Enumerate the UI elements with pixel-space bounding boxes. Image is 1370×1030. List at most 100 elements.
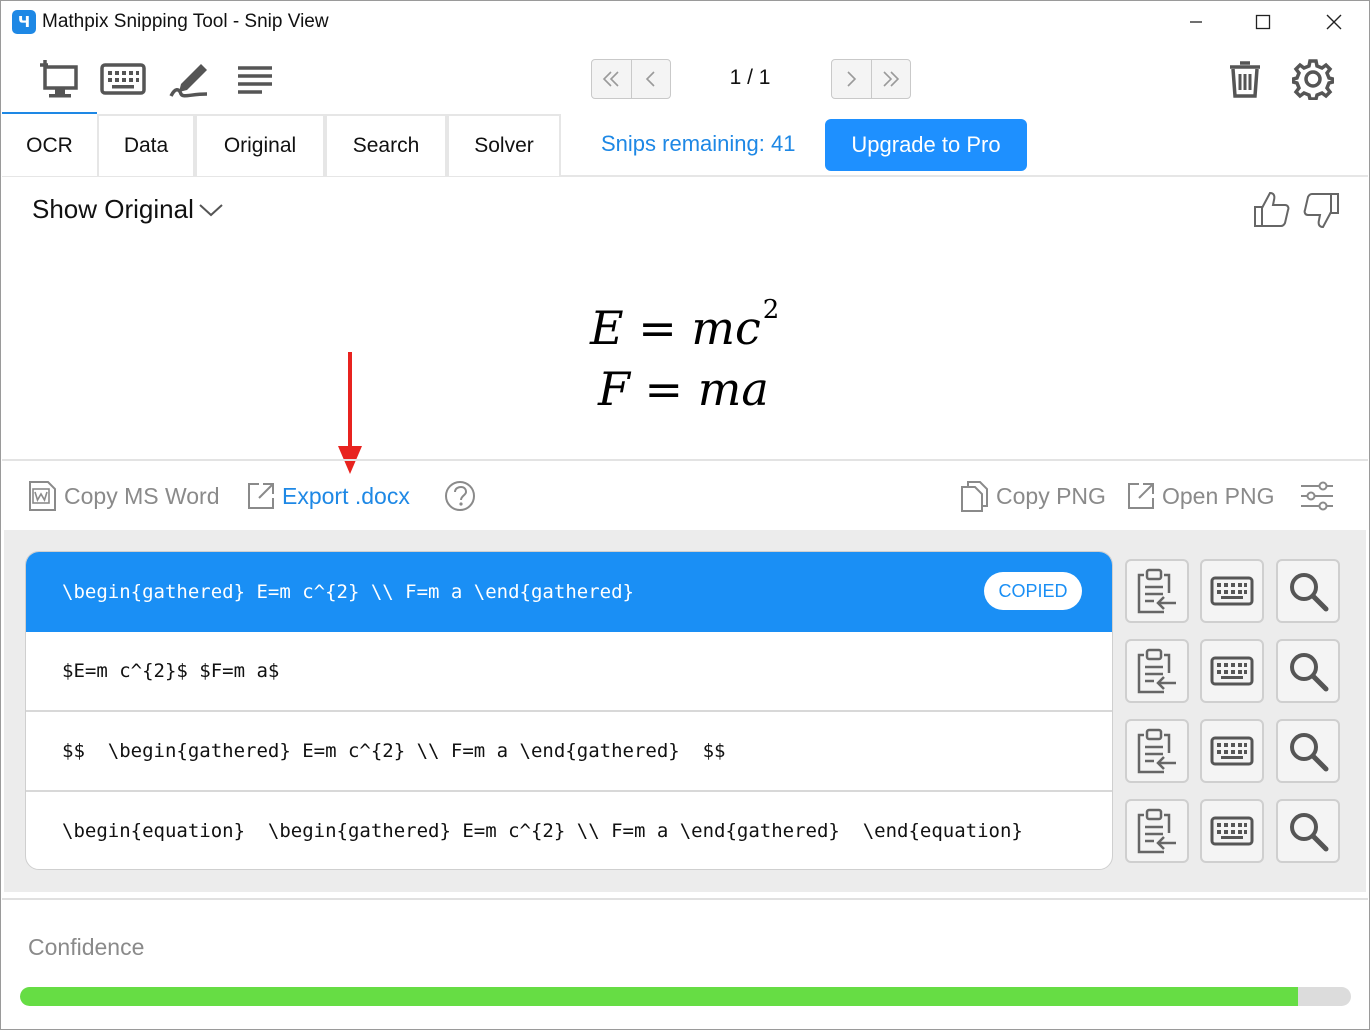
- next-nav-group: [831, 59, 911, 99]
- preview-separator: [2, 459, 1368, 461]
- paste-icon: [1137, 568, 1176, 614]
- screen-snip-icon: [40, 60, 78, 98]
- confidence-separator: [2, 898, 1368, 900]
- app-icon: Ч: [12, 10, 36, 34]
- chevron-right-icon: [847, 71, 857, 87]
- thumbs-down-button[interactable]: [1300, 188, 1344, 232]
- rendered-formula-line-1: E = mc2: [590, 295, 780, 355]
- copy-ms-word-button[interactable]: Copy MS Word: [28, 478, 220, 514]
- keyboard-icon: [1210, 736, 1254, 766]
- keyboard-icon: [1210, 816, 1254, 846]
- search-icon: [1290, 733, 1329, 772]
- paste-icon: [1137, 728, 1176, 774]
- result-row[interactable]: $E=m c^{2}$ $F=m a$: [26, 632, 1112, 712]
- edit-in-keyboard-button[interactable]: [1200, 719, 1264, 783]
- tab-search[interactable]: Search: [325, 114, 447, 176]
- formula-exponent: 2: [762, 295, 780, 325]
- search-icon: [1290, 813, 1329, 852]
- keyboard-icon: [1210, 576, 1254, 606]
- first-page-button[interactable]: [592, 60, 631, 98]
- external-link-icon: [1128, 483, 1154, 509]
- screen-snip-button[interactable]: [33, 56, 83, 102]
- delete-button[interactable]: [1220, 56, 1270, 102]
- settings-button[interactable]: [1288, 56, 1338, 102]
- results-list: \begin{gathered} E=m c^{2} \\ F=m a \end…: [25, 551, 1113, 870]
- paste-icon: [1137, 648, 1176, 694]
- search-result-button[interactable]: [1276, 719, 1340, 783]
- thumbs-down-icon: [1303, 193, 1339, 229]
- sliders-icon: [1301, 481, 1333, 511]
- prev-nav-group: [591, 59, 671, 99]
- upgrade-button[interactable]: Upgrade to Pro: [825, 119, 1027, 171]
- confidence-bar: [20, 987, 1351, 1006]
- close-button[interactable]: [1311, 4, 1357, 40]
- handwriting-button[interactable]: [164, 56, 214, 102]
- copy-ms-word-label: Copy MS Word: [64, 482, 220, 509]
- copy-icon: [961, 481, 988, 512]
- maximize-button[interactable]: [1240, 4, 1286, 40]
- last-page-button[interactable]: [870, 60, 911, 98]
- edit-in-keyboard-button[interactable]: [1200, 639, 1264, 703]
- paste-to-editor-button[interactable]: [1125, 559, 1189, 623]
- minimize-button[interactable]: [1173, 4, 1219, 40]
- tab-solver[interactable]: Solver: [447, 114, 561, 176]
- search-result-button[interactable]: [1276, 639, 1340, 703]
- edit-in-keyboard-button[interactable]: [1200, 559, 1264, 623]
- format-settings-button[interactable]: [1299, 478, 1335, 514]
- next-page-button[interactable]: [832, 60, 871, 98]
- show-original-toggle[interactable]: Show Original: [32, 194, 224, 225]
- prev-page-button[interactable]: [630, 60, 671, 98]
- paste-to-editor-button[interactable]: [1125, 639, 1189, 703]
- search-icon: [1290, 653, 1329, 692]
- open-png-label: Open PNG: [1162, 482, 1275, 509]
- double-chevron-left-icon: [603, 71, 619, 87]
- export-docx-button[interactable]: Export .docx: [246, 478, 410, 514]
- keyboard-icon: [1210, 656, 1254, 686]
- close-icon: [1326, 14, 1342, 30]
- paste-to-editor-button[interactable]: [1125, 799, 1189, 863]
- thumbs-up-icon: [1254, 191, 1290, 227]
- gear-icon: [1292, 59, 1334, 100]
- list-icon: [238, 66, 272, 94]
- annotation-arrow-shaft: [348, 352, 352, 450]
- result-row-selected[interactable]: \begin{gathered} E=m c^{2} \\ F=m a \end…: [26, 552, 1112, 632]
- keyboard-icon: [100, 63, 146, 95]
- snips-remaining: Snips remaining: 41: [601, 131, 796, 156]
- show-original-label: Show Original: [32, 194, 194, 224]
- edit-in-keyboard-button[interactable]: [1200, 799, 1264, 863]
- chevron-left-icon: [645, 71, 655, 87]
- window-title: Mathpix Snipping Tool - Snip View: [42, 11, 329, 32]
- trash-icon: [1230, 61, 1260, 98]
- open-png-button[interactable]: Open PNG: [1126, 478, 1275, 514]
- confidence-label: Confidence: [28, 934, 145, 960]
- result-text: \begin{equation} \begin{gathered} E=m c^…: [62, 820, 1023, 842]
- tab-data[interactable]: Data: [97, 114, 195, 176]
- result-text: $$ \begin{gathered} E=m c^{2} \\ F=m a \…: [62, 740, 726, 762]
- copy-png-button[interactable]: Copy PNG: [960, 478, 1106, 514]
- handwriting-icon: [169, 64, 208, 98]
- help-button[interactable]: [444, 478, 476, 514]
- search-icon: [1290, 573, 1329, 612]
- search-result-button[interactable]: [1276, 559, 1340, 623]
- minimize-icon: [1190, 21, 1202, 23]
- result-row[interactable]: $$ \begin{gathered} E=m c^{2} \\ F=m a \…: [26, 712, 1112, 792]
- maximize-icon: [1255, 14, 1271, 30]
- result-row[interactable]: \begin{equation} \begin{gathered} E=m c^…: [26, 792, 1112, 869]
- list-view-button[interactable]: [230, 56, 280, 102]
- thumbs-up-button[interactable]: [1249, 188, 1293, 232]
- paste-to-editor-button[interactable]: [1125, 719, 1189, 783]
- tab-ocr[interactable]: OCR: [2, 114, 97, 176]
- paste-icon: [1137, 808, 1176, 854]
- page-indicator: 1 / 1: [729, 66, 771, 89]
- keyboard-button[interactable]: [98, 56, 148, 102]
- double-chevron-right-icon: [883, 71, 899, 87]
- chevron-down-icon: [199, 203, 223, 216]
- word-document-icon: [29, 481, 56, 511]
- tab-original[interactable]: Original: [195, 114, 325, 176]
- copy-png-label: Copy PNG: [996, 482, 1106, 509]
- export-docx-label: Export .docx: [282, 482, 410, 509]
- search-result-button[interactable]: [1276, 799, 1340, 863]
- help-icon: [445, 481, 475, 511]
- result-text: \begin{gathered} E=m c^{2} \\ F=m a \end…: [62, 581, 634, 603]
- copied-badge: COPIED: [984, 572, 1082, 610]
